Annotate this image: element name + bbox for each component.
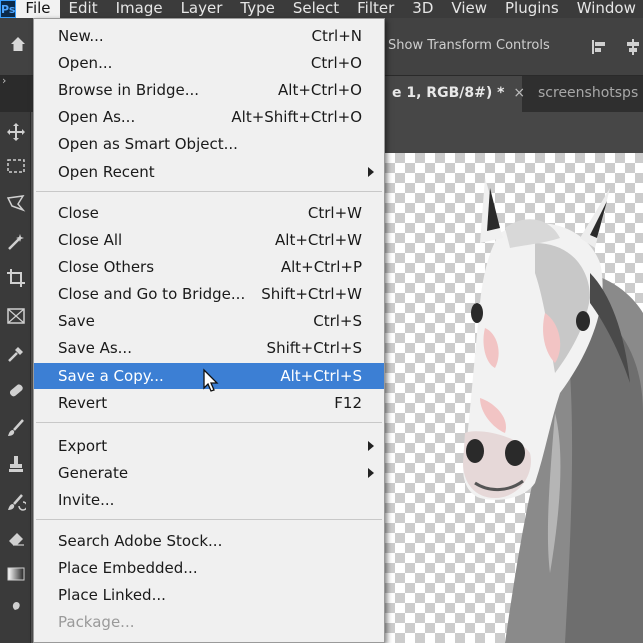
menu-image[interactable]: Image [107, 0, 172, 18]
menu-separator [36, 191, 382, 192]
smudge-tool-icon[interactable] [4, 598, 28, 622]
menu-separator [36, 422, 382, 423]
tools-panel [0, 112, 31, 643]
close-tab-icon[interactable]: × [513, 85, 525, 101]
submenu-arrow-icon [368, 441, 374, 451]
align-center-icon[interactable] [624, 38, 642, 56]
submenu-arrow-icon [368, 468, 374, 478]
menu-item-export[interactable]: Export [34, 433, 384, 459]
healing-brush-tool-icon[interactable] [4, 378, 28, 402]
horse-image [463, 178, 643, 643]
photoshop-logo: Ps [0, 0, 17, 18]
clone-stamp-tool-icon[interactable] [4, 452, 28, 476]
photoshop-window: Ps File Edit Image Layer Type Select Fil… [0, 0, 643, 643]
home-icon[interactable] [10, 36, 26, 52]
magic-wand-tool-icon[interactable] [4, 230, 28, 254]
menu-plugins[interactable]: Plugins [496, 0, 568, 18]
menu-item-search-adobe-stock[interactable]: Search Adobe Stock... [34, 528, 384, 554]
menu-item-open-as-smart-object[interactable]: Open as Smart Object... [34, 131, 384, 157]
mouse-cursor-icon [203, 368, 219, 392]
eraser-tool-icon[interactable] [4, 526, 28, 550]
menu-item-generate[interactable]: Generate [34, 460, 384, 486]
marquee-tool-icon[interactable] [4, 154, 28, 178]
menu-item-close-and-go-to-bridge[interactable]: Close and Go to Bridge... Shift+Ctrl+W [34, 281, 384, 307]
menu-select[interactable]: Select [284, 0, 348, 18]
canvas-frame [385, 112, 643, 153]
menu-bar: Ps File Edit Image Layer Type Select Fil… [0, 0, 643, 18]
menu-item-close-all[interactable]: Close All Alt+Ctrl+W [34, 227, 384, 253]
menu-item-save-as[interactable]: Save As... Shift+Ctrl+S [34, 335, 384, 361]
menu-3d[interactable]: 3D [403, 0, 442, 18]
menu-item-place-embedded[interactable]: Place Embedded... [34, 555, 384, 581]
align-left-icon[interactable] [590, 38, 608, 56]
menu-item-save[interactable]: Save Ctrl+S [34, 308, 384, 334]
menu-item-close-others[interactable]: Close Others Alt+Ctrl+P [34, 254, 384, 280]
show-transform-controls-label[interactable]: Show Transform Controls [388, 38, 550, 53]
menu-item-open[interactable]: Open... Ctrl+O [34, 50, 384, 76]
lasso-tool-icon[interactable] [4, 192, 28, 216]
menu-item-package: Package... [58, 613, 135, 631]
submenu-arrow-icon [368, 167, 374, 177]
brush-tool-icon[interactable] [4, 416, 28, 440]
menu-item-open-as[interactable]: Open As... Alt+Shift+Ctrl+O [34, 104, 384, 130]
menu-separator [36, 519, 382, 520]
history-brush-tool-icon[interactable] [4, 490, 28, 514]
gradient-tool-icon[interactable] [4, 562, 28, 586]
document-canvas[interactable] [385, 153, 643, 643]
crop-tool-icon[interactable] [4, 266, 28, 290]
menu-edit[interactable]: Edit [60, 0, 107, 18]
menu-item-open-recent[interactable]: Open Recent [34, 159, 384, 185]
menu-filter[interactable]: Filter [348, 0, 403, 18]
tab-label: e 1, RGB/8#) * [392, 85, 505, 101]
menu-item-invite[interactable]: Invite... [34, 487, 384, 513]
menu-file[interactable]: File [16, 0, 60, 18]
tab-screenshots[interactable]: screenshotsps [528, 76, 643, 112]
file-menu-dropdown: New... Ctrl+N Open... Ctrl+O Browse in B… [33, 18, 385, 643]
panel-collapse-strip[interactable]: › [0, 74, 31, 112]
tab-active-document[interactable]: e 1, RGB/8#) * × [382, 76, 525, 112]
move-tool-icon[interactable] [4, 120, 28, 144]
menu-type[interactable]: Type [231, 0, 283, 18]
menu-window[interactable]: Window [568, 0, 643, 18]
menu-item-close[interactable]: Close Ctrl+W [34, 200, 384, 226]
frame-tool-icon[interactable] [4, 304, 28, 328]
menu-view[interactable]: View [442, 0, 496, 18]
eyedropper-tool-icon[interactable] [4, 342, 28, 366]
menu-item-place-linked[interactable]: Place Linked... [34, 582, 384, 608]
menu-layer[interactable]: Layer [172, 0, 232, 18]
menu-item-new[interactable]: New... Ctrl+N [34, 23, 384, 49]
expand-panel-icon[interactable]: › [2, 74, 6, 87]
menu-item-browse-in-bridge[interactable]: Browse in Bridge... Alt+Ctrl+O [34, 77, 384, 103]
